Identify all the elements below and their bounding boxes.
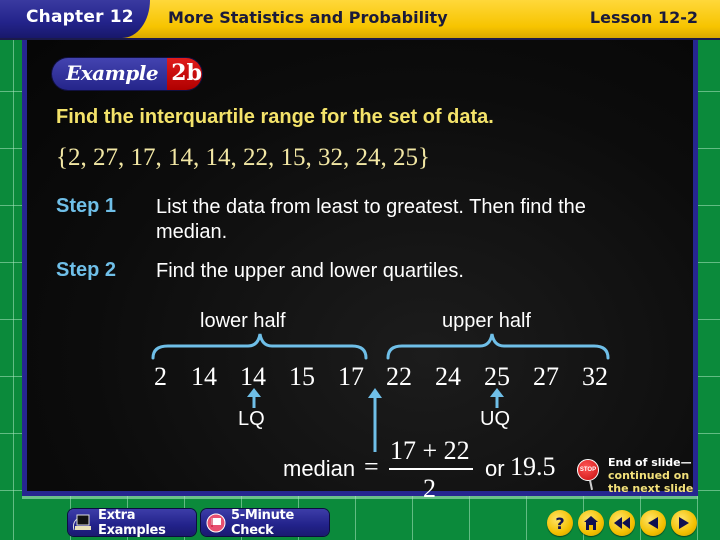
fraction-numerator: 17 + 22 [390,436,470,465]
equals-sign: = [364,452,379,481]
home-button[interactable] [578,510,604,536]
previous-arrow-icon [648,517,658,529]
five-minute-check-button[interactable]: 5-Minute Check [201,507,329,538]
median-word: median [283,456,356,481]
sorted-value: 14 [191,362,217,391]
upper-half-brace [386,333,610,360]
extra-examples-label: Extra Examples [98,507,166,538]
end-note-line-3: the next slide [608,482,694,495]
fraction-denominator: 2 [423,474,436,503]
sorted-value: 32 [582,362,608,391]
median-arrow [368,388,382,452]
or-word: or [485,456,505,481]
fraction-bar [389,468,473,470]
sorted-value: 25 [484,362,510,391]
help-button[interactable]: ? [547,510,573,536]
extra-examples-button[interactable]: Extra Examples [68,507,196,538]
five-minute-check-label: 5-Minute Check [231,507,294,538]
sorted-value: 14 [240,362,266,391]
sorted-value: 22 [386,362,412,391]
end-of-slide-note: End of slide— continued on the next slid… [608,456,693,495]
first-slide-button[interactable] [609,510,635,536]
end-note-line-1: End of slide— [608,456,692,469]
sorted-value: 24 [435,362,461,391]
stop-sign-icon: STOP [577,459,599,481]
next-slide-button[interactable] [671,510,697,536]
previous-slide-button[interactable] [640,510,666,536]
end-note-line-2: continued on [608,469,690,482]
rewind-icon [614,517,630,529]
clock-check-icon [205,513,227,533]
sorted-value: 15 [289,362,315,391]
computer-icon [72,513,94,533]
lower-half-brace [151,333,368,360]
sorted-value: 17 [338,362,364,391]
sorted-value: 27 [533,362,559,391]
lower-quartile-label: LQ [238,408,265,430]
home-icon [584,516,598,530]
next-arrow-icon [679,517,689,529]
sorted-value: 2 [154,362,167,391]
question-mark-icon: ? [555,513,565,533]
upper-quartile-label: UQ [480,408,510,430]
median-value: 19.5 [510,452,556,481]
